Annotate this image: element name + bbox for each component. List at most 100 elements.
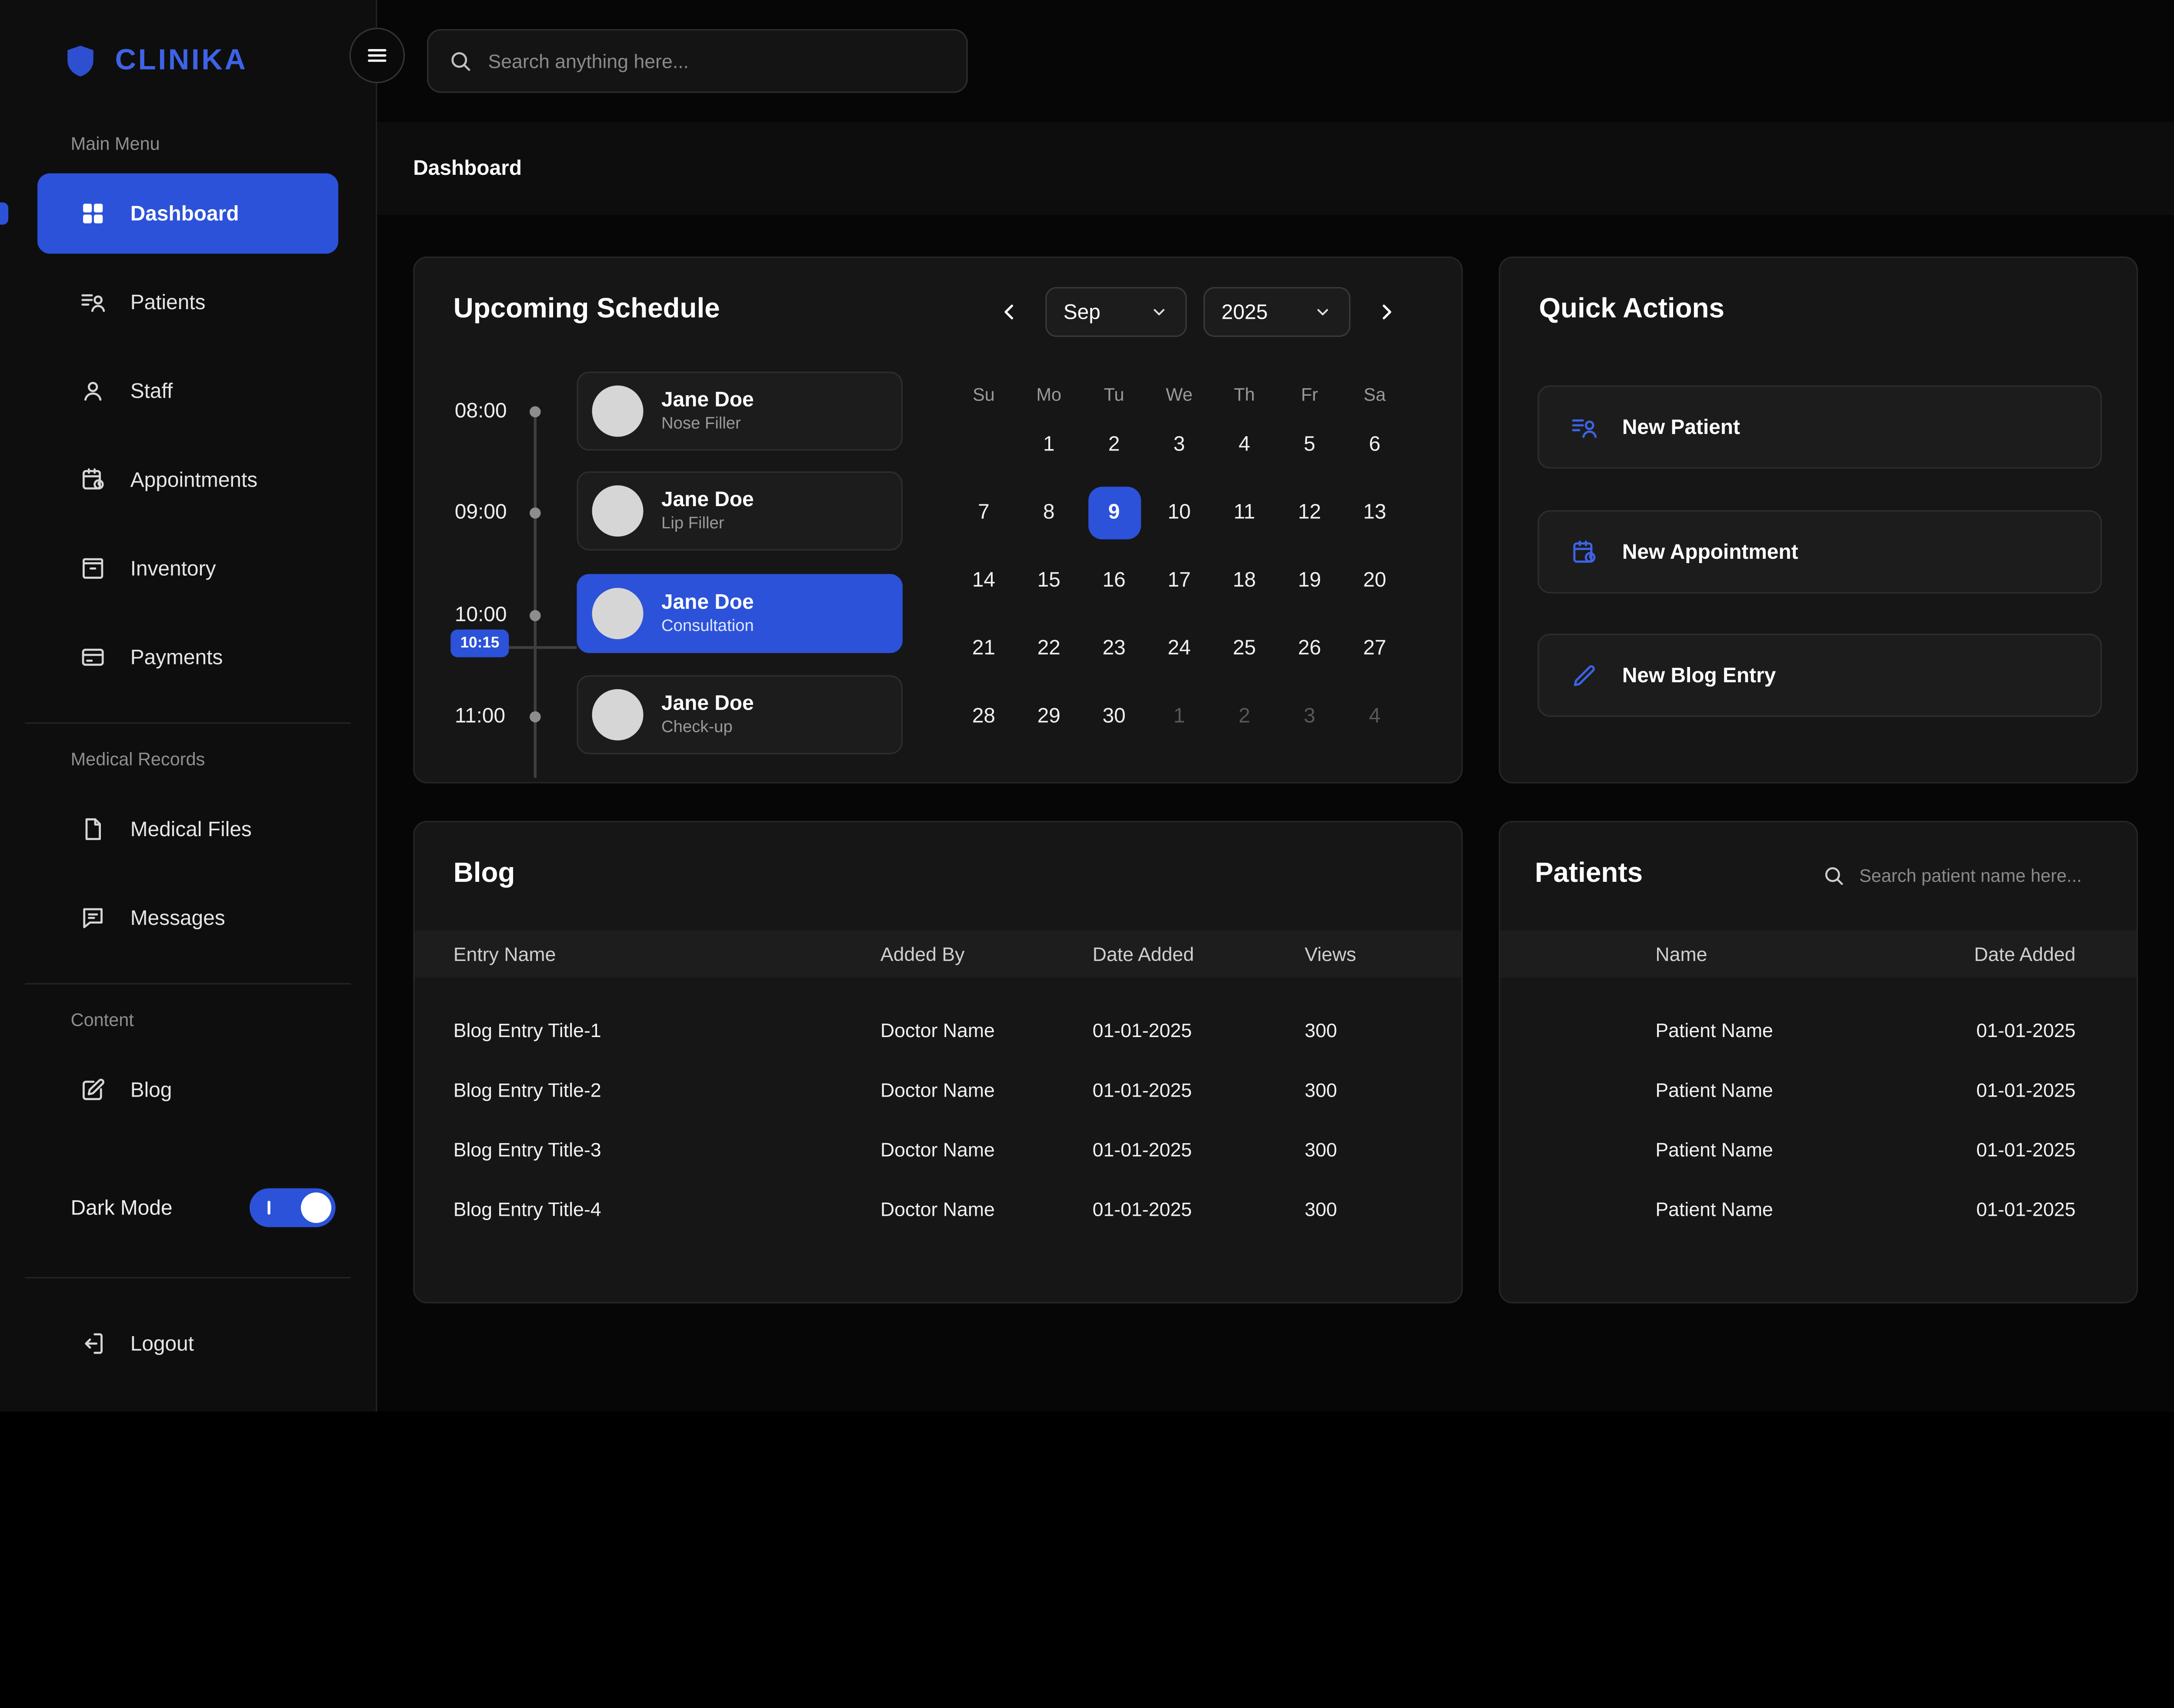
calendar-day[interactable]: 30 (1081, 682, 1147, 750)
prev-month-button[interactable] (990, 293, 1029, 331)
sidebar-item-label: Blog (130, 1078, 172, 1101)
calendar-day[interactable]: 29 (1016, 682, 1081, 750)
calendar-day[interactable]: 8 (1016, 478, 1081, 546)
calendar-day[interactable]: 20 (1342, 546, 1407, 614)
calendar-day[interactable]: 1 (1016, 410, 1081, 478)
appointment-card[interactable]: Jane Doe Lip Filler (577, 471, 903, 550)
new-blog-icon (1570, 661, 1599, 690)
calendar-day[interactable]: 3 (1147, 410, 1212, 478)
timeline-time: 10:00 (455, 603, 507, 627)
sidebar-item-messages[interactable]: Messages (37, 877, 338, 958)
table-row[interactable]: Patient Name 01-01-2025 (1500, 1119, 2137, 1178)
patient-name: Patient Name (1655, 1078, 1976, 1100)
table-row[interactable]: Blog Entry Title-4 Doctor Name 01-01-202… (414, 1178, 1461, 1238)
blog-card: Blog Entry Name Added By Date Added View… (413, 821, 1463, 1304)
calendar-day[interactable]: 25 (1212, 614, 1277, 682)
schedule-title: Upcoming Schedule (453, 294, 720, 326)
dark-mode-label: Dark Mode (71, 1196, 173, 1219)
new-blog-entry-button[interactable]: New Blog Entry (1537, 634, 2102, 717)
clinika-dashboard: CLINIKA Main Menu Dashboard Patients (0, 0, 2174, 1411)
patient-name: Patient Name (1655, 1018, 1976, 1041)
day-header: Su (951, 380, 1017, 408)
calendar-day[interactable]: 27 (1342, 614, 1407, 682)
calendar-day[interactable]: 12 (1277, 478, 1342, 546)
table-row[interactable]: Patient Name 01-01-2025 (1500, 1178, 2137, 1238)
sidebar-item-label: Messages (130, 906, 225, 930)
calendar-day[interactable]: 28 (951, 682, 1017, 750)
sidebar-item-medical-files[interactable]: Medical Files (37, 789, 338, 869)
section-label-main-menu: Main Menu (0, 133, 376, 154)
next-month-button[interactable] (1367, 293, 1406, 331)
calendar-day-next-month[interactable]: 3 (1277, 682, 1342, 750)
calendar-day[interactable]: 15 (1016, 546, 1081, 614)
sidebar-collapse-button[interactable] (350, 28, 405, 83)
dashboard-grid-icon (79, 200, 107, 227)
calendar-day[interactable]: 23 (1081, 614, 1147, 682)
timeline-dot (530, 406, 541, 417)
patient-search (1822, 864, 2098, 887)
calendar-grid: 1 2 3 4 5 6 7 8 9 10 11 12 13 14 15 16 1… (951, 410, 1407, 750)
quick-actions-card: Quick Actions New Patient New Appointmen… (1499, 257, 2138, 784)
patients-table-body: Patient Name 01-01-2025 Patient Name 01-… (1500, 1000, 2137, 1238)
month-select[interactable]: Sep (1045, 287, 1187, 337)
table-row[interactable]: Blog Entry Title-3 Doctor Name 01-01-202… (414, 1119, 1461, 1178)
table-row[interactable]: Patient Name 01-01-2025 (1500, 1059, 2137, 1119)
logout-button[interactable]: Logout (37, 1303, 338, 1384)
calendar-day[interactable]: 24 (1147, 614, 1212, 682)
calendar-day[interactable]: 18 (1212, 546, 1277, 614)
staff-icon (79, 377, 107, 405)
calendar-day[interactable]: 26 (1277, 614, 1342, 682)
calendar-day[interactable]: 13 (1342, 478, 1407, 546)
patient-search-input[interactable] (1859, 865, 2097, 886)
appointment-card[interactable]: Jane Doe Nose Filler (577, 372, 903, 451)
calendar-day-selected[interactable]: 9 (1081, 478, 1147, 546)
calendar-day[interactable]: 10 (1147, 478, 1212, 546)
appointment-card-active[interactable]: Jane Doe Consultation (577, 574, 903, 653)
logout-icon (79, 1330, 107, 1358)
dark-mode-toggle[interactable] (250, 1188, 336, 1227)
new-patient-button[interactable]: New Patient (1537, 385, 2102, 468)
new-appointment-button[interactable]: New Appointment (1537, 510, 2102, 593)
search-input[interactable] (488, 50, 947, 72)
table-row[interactable]: Blog Entry Title-1 Doctor Name 01-01-202… (414, 1000, 1461, 1059)
sidebar-item-inventory[interactable]: Inventory (37, 528, 338, 609)
payments-icon (79, 644, 107, 671)
calendar-day[interactable]: 21 (951, 614, 1017, 682)
table-row[interactable]: Blog Entry Title-2 Doctor Name 01-01-202… (414, 1059, 1461, 1119)
dark-mode-row: Dark Mode (0, 1188, 376, 1227)
calendar-day[interactable]: 22 (1016, 614, 1081, 682)
timeline-dot (530, 610, 541, 621)
calendar-day[interactable]: 17 (1147, 546, 1212, 614)
patients-card: Patients Name Date Added Patient Name 01… (1499, 821, 2138, 1304)
calendar-day-next-month[interactable]: 1 (1147, 682, 1212, 750)
calendar-day[interactable]: 7 (951, 478, 1017, 546)
year-select[interactable]: 2025 (1204, 287, 1350, 337)
blog-date-added: 01-01-2025 (1093, 1138, 1305, 1160)
calendar-day[interactable]: 6 (1342, 410, 1407, 478)
sidebar-item-payments[interactable]: Payments (37, 617, 338, 697)
calendar-day[interactable]: 11 (1212, 478, 1277, 546)
patients-title: Patients (1535, 858, 1643, 890)
calendar-day-next-month[interactable]: 4 (1342, 682, 1407, 750)
calendar-day-next-month[interactable]: 2 (1212, 682, 1277, 750)
quick-action-label: New Blog Entry (1622, 664, 1776, 687)
calendar-day[interactable]: 16 (1081, 546, 1147, 614)
timeline-dot (530, 711, 541, 723)
appointment-card[interactable]: Jane Doe Check-up (577, 675, 903, 754)
column-header: Date Added (1974, 943, 2075, 965)
sidebar-item-appointments[interactable]: Appointments (37, 440, 338, 520)
table-row[interactable]: Patient Name 01-01-2025 (1500, 1000, 2137, 1059)
blog-date-added: 01-01-2025 (1093, 1078, 1305, 1100)
sidebar-item-patients[interactable]: Patients (37, 262, 338, 343)
sidebar-item-dashboard[interactable]: Dashboard (37, 173, 338, 254)
sidebar-item-blog[interactable]: Blog (37, 1050, 338, 1130)
calendar-day[interactable]: 4 (1212, 410, 1277, 478)
calendar-day[interactable]: 5 (1277, 410, 1342, 478)
medical-file-icon (79, 815, 107, 843)
section-label-content: Content (0, 1009, 376, 1030)
blog-views: 300 (1305, 1198, 1423, 1220)
sidebar-item-staff[interactable]: Staff (37, 351, 338, 431)
calendar-day[interactable]: 19 (1277, 546, 1342, 614)
calendar-day[interactable]: 14 (951, 546, 1017, 614)
calendar-day[interactable]: 2 (1081, 410, 1147, 478)
